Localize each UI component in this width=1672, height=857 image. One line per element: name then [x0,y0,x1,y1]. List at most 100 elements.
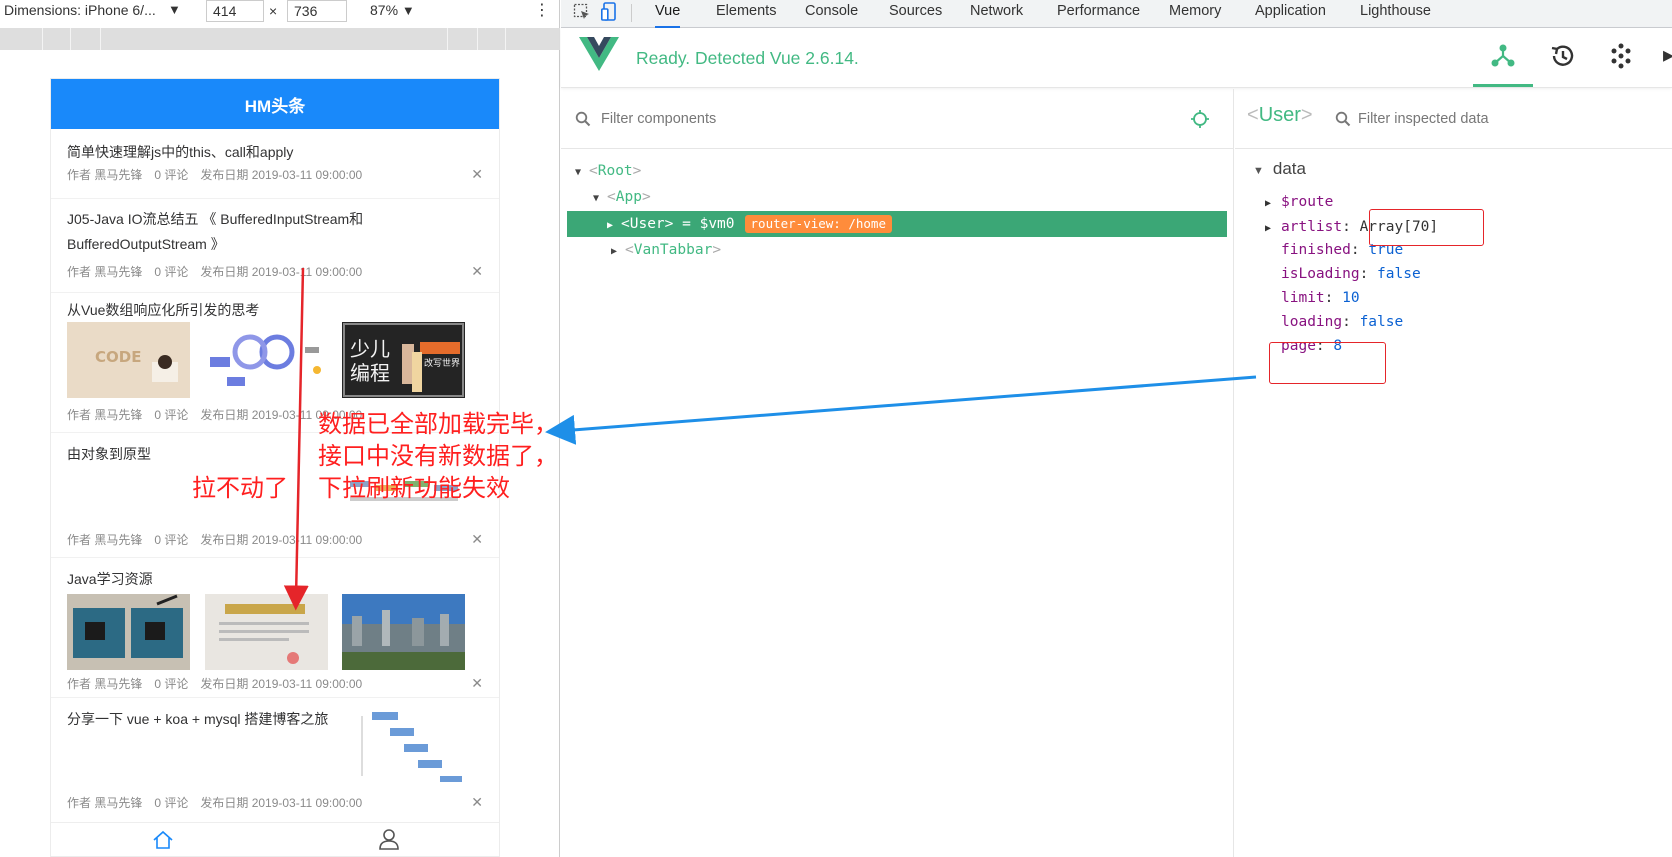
more-icon[interactable]: ▸ [1663,42,1672,68]
annotation-message-line2: 接口中没有新数据了， [318,442,558,470]
article-comments: 0 评论 [154,168,189,182]
close-icon[interactable]: ✕ [471,263,483,280]
prop-route[interactable]: ▶ $route [1265,190,1333,214]
article-title: 简单快速理解js中的this、call和apply [67,144,294,160]
tab-sources[interactable]: Sources [889,0,942,28]
collapsed-caret-icon[interactable]: ▶ [611,240,625,264]
prop-limit[interactable]: limit: 10 [1265,286,1360,310]
annotation-message-line1: 数据已全部加载完毕， [318,410,558,438]
article-thumbnail: CODE [67,322,190,398]
component-name: VanTabbar [633,242,713,258]
article-comments: 0 评论 [154,265,189,279]
flowchart-thumbnail-image [342,706,465,786]
article-author: 作者 黑马先锋 [67,408,143,422]
vuex-dots-icon[interactable] [1607,42,1635,70]
times-sign: × [269,3,278,19]
component-name: App [615,189,642,205]
article-item[interactable]: Java学习资源 作者 黑马先锋 0 评论 发布日期 2019-03-11 09… [51,558,499,698]
article-title-line2: BufferedOutputStream 》 [67,236,225,252]
article-meta: 作者 黑马先锋 0 评论 发布日期 2019-03-11 09:00:00 [67,794,374,811]
expanded-caret-icon[interactable]: ▼ [593,187,607,211]
close-icon[interactable]: ✕ [471,531,483,548]
article-item[interactable]: 简单快速理解js中的this、call和apply 作者 黑马先锋 0 评论 发布日… [51,129,499,199]
collapsed-caret-icon[interactable]: ▶ [607,213,621,239]
devtools-panel: Vue Elements Console Sources Network Per… [561,0,1672,857]
select-component-target-icon[interactable] [1190,109,1210,129]
article-author: 作者 黑马先锋 [67,168,143,182]
tab-performance[interactable]: Performance [1057,0,1140,28]
tree-node-vantabbar[interactable]: ▶ <VanTabbar> [611,238,721,262]
article-item[interactable]: J05-Java IO流总结五 《 BufferedInputStream和 B… [51,199,499,293]
more-options-icon[interactable]: ⋮ [534,0,550,22]
article-meta: 作者 黑马先锋 0 评论 发布日期 2019-03-11 09:00:00 [67,166,374,183]
components-tree-icon[interactable] [1489,42,1517,70]
article-thumbnail [342,706,465,786]
tab-memory[interactable]: Memory [1169,0,1221,28]
close-icon[interactable]: ✕ [471,166,483,183]
article-author: 作者 黑马先锋 [67,796,143,810]
inspector-header: <User> [1235,89,1672,149]
tab-vue[interactable]: Vue [655,0,681,28]
width-input[interactable] [206,0,264,22]
tree-node-user-selected[interactable]: ▶ <User> = $vm0 router-view: /home [567,211,1227,237]
active-view-indicator [1473,84,1533,87]
article-comments: 0 评论 [154,677,189,691]
article-author: 作者 黑马先锋 [67,533,143,547]
expanded-caret-icon: ▼ [1253,165,1264,177]
inspect-element-icon[interactable] [573,3,591,21]
tree-node-root[interactable]: ▼ <Root> [575,159,641,183]
tab-network[interactable]: Network [970,0,1023,28]
article-thumbnail [205,594,328,670]
zoom-value: 87% [370,2,399,18]
prop-isloading[interactable]: isLoading: false [1265,262,1421,286]
article-date: 发布日期 2019-03-11 09:00:00 [200,533,363,547]
article-date: 发布日期 2019-03-11 09:00:00 [200,265,363,279]
thumbnail-text-3: 改写世界 [424,357,460,369]
vue-logo-icon [579,37,619,71]
thumbnail-code-text: CODE [95,348,141,366]
component-ref: = $vm0 [682,216,735,232]
history-icon[interactable] [1548,42,1576,70]
inspected-data-filter-input[interactable] [1358,105,1658,133]
inspected-component-name: <User> [1247,104,1313,126]
tab-console[interactable]: Console [805,0,858,28]
home-icon[interactable] [152,829,174,851]
height-input[interactable] [287,0,347,22]
article-date: 发布日期 2019-03-11 09:00:00 [200,796,363,810]
zoom-select[interactable]: 87% ▼ [370,2,415,18]
article-date: 发布日期 2019-03-11 09:00:00 [200,168,363,182]
component-filter-input[interactable] [601,105,1161,133]
article-thumbnail [67,594,190,670]
component-inspector-pane: <User> ▼data ▶$route ▶artlist: Array[70]… [1235,89,1672,857]
prop-value: false [1359,314,1404,330]
user-icon[interactable] [378,827,400,851]
article-item[interactable]: 分享一下 vue + koa + mysql 搭建博客之旅 作者 黑马先锋 0 评… [51,698,499,824]
collapsed-caret-icon[interactable]: ▶ [1265,192,1281,216]
article-title-line1: J05-Java IO流总结五 《 BufferedInputStream和 [67,211,364,227]
article-date: 发布日期 2019-03-11 09:00:00 [200,677,363,691]
diagram-thumbnail-image [205,322,328,398]
annotation-box-artlist [1369,209,1484,246]
dimensions-select[interactable]: Dimensions: iPhone 6/... [4,2,156,18]
tab-elements[interactable]: Elements [716,0,776,28]
prop-loading[interactable]: loading: false [1265,310,1403,334]
zoom-caret-icon: ▼ [401,3,415,18]
tab-application[interactable]: Application [1255,0,1326,28]
expanded-caret-icon[interactable]: ▼ [575,161,589,185]
device-toolbar-icon[interactable] [601,2,617,22]
close-icon[interactable]: ✕ [471,675,483,692]
article-thumbnail [342,594,465,670]
tab-lighthouse[interactable]: Lighthouse [1360,0,1431,28]
data-section-toggle[interactable]: ▼ data [1253,159,1306,179]
vue-devtools-header: Ready. Detected Vue 2.6.14. ▸ [561,28,1672,88]
article-author: 作者 黑马先锋 [67,677,143,691]
router-view-badge: router-view: /home [744,215,892,233]
dimensions-caret-icon[interactable]: ▼ [168,2,181,17]
article-title: 从Vue数组响应化所引发的思考 [67,302,260,318]
kids-coding-thumbnail-image: 少儿 编程 改写世界 [342,322,465,398]
tree-node-app[interactable]: ▼ <App> [593,185,651,209]
article-thumbnail: 少儿 编程 改写世界 [342,322,465,398]
app-title: HM头条 [244,96,306,116]
close-icon[interactable]: ✕ [471,794,483,811]
article-title: Java学习资源 [67,571,153,587]
